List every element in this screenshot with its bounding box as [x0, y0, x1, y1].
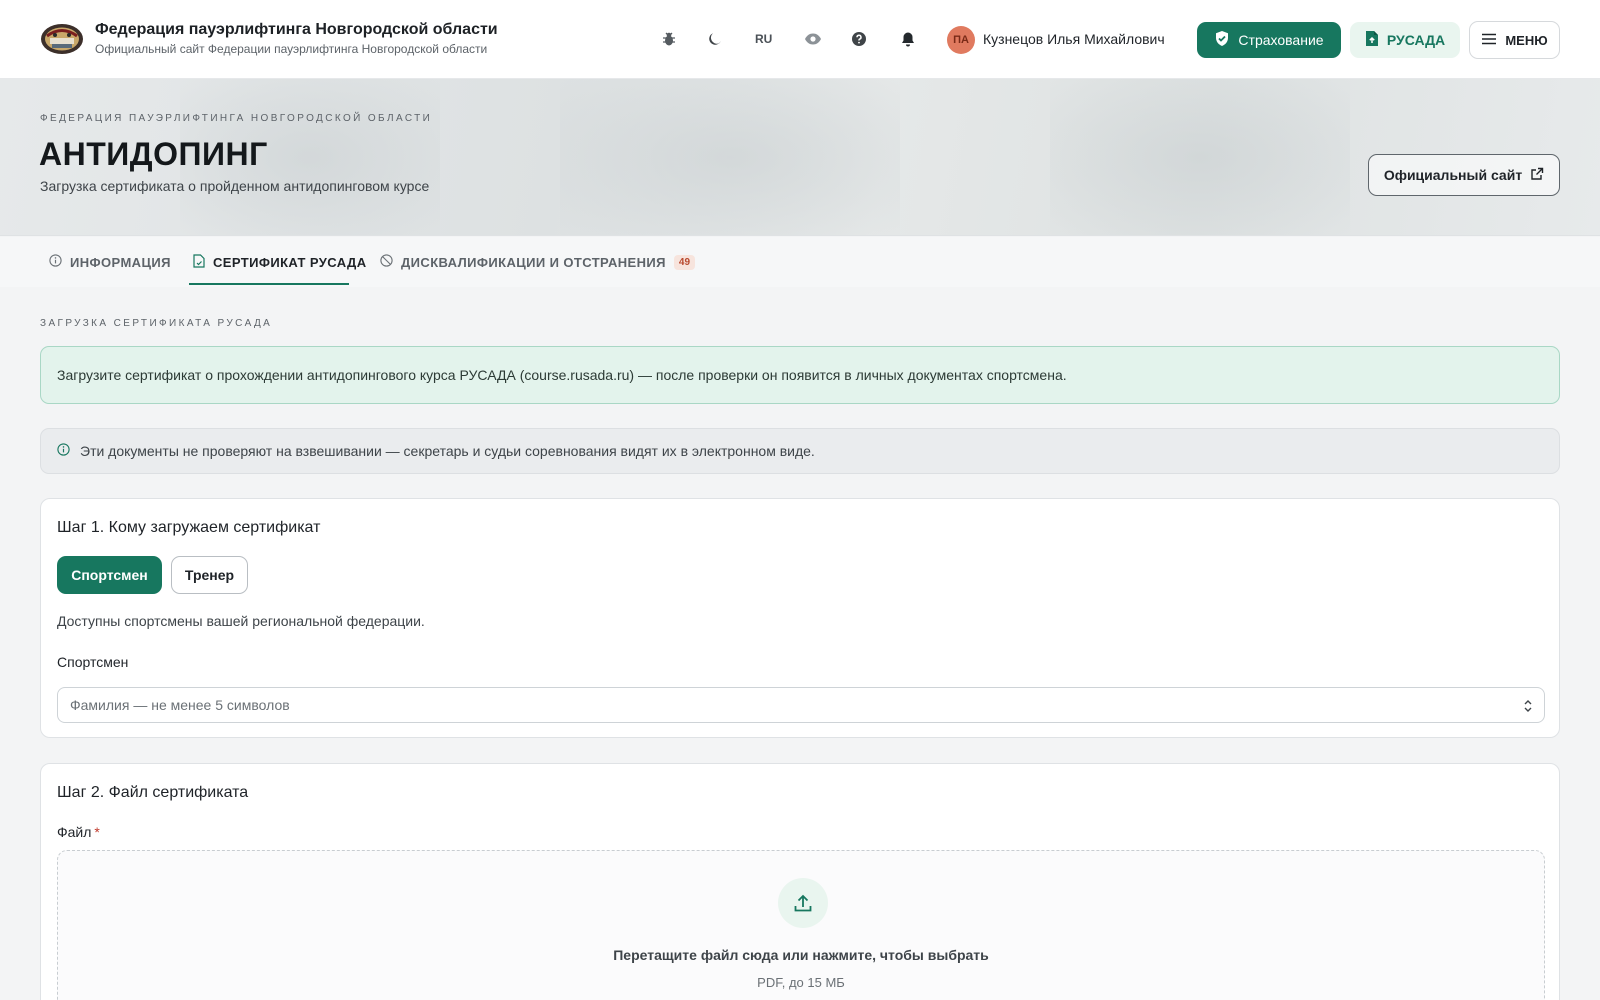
- dropzone-title: Перетащите файл сюда или нажмите, чтобы …: [613, 947, 989, 963]
- dropzone-hint: PDF, до 15 МБ: [757, 975, 845, 990]
- tab-information-label: ИНФОРМАЦИЯ: [70, 254, 171, 270]
- bell-icon[interactable]: [897, 28, 919, 50]
- hamburger-icon: [1481, 33, 1497, 48]
- tab-disqualifications[interactable]: ДИСКВАЛИФИКАЦИИ И ОТСТРАНЕНИЯ 49: [380, 252, 696, 272]
- federation-logo[interactable]: [40, 22, 84, 56]
- info-icon: [57, 443, 70, 459]
- user-name[interactable]: Кузнецов Илья Михайлович: [983, 31, 1165, 47]
- required-mark: *: [94, 824, 100, 840]
- step1-hint: Доступны спортсмены вашей региональной ф…: [57, 613, 425, 629]
- top-header: Федерация пауэрлифтинга Новгородской обл…: [0, 0, 1600, 79]
- upload-notice-text: Загрузите сертификат о прохождении антид…: [57, 367, 1067, 383]
- hero-background: [560, 79, 900, 235]
- count-badge: 49: [673, 254, 696, 270]
- insurance-label: Страхование: [1238, 32, 1324, 48]
- page-title: АНТИДОПИНГ: [39, 136, 268, 172]
- page-subtitle: Загрузка сертификата о пройденном антидо…: [40, 178, 430, 194]
- step1-card: Шаг 1. Кому загружаем сертификат Спортсм…: [40, 498, 1560, 738]
- tab-rusada-certificate-label: СЕРТИФИКАТ РУСАДА: [213, 254, 367, 270]
- rusada-button[interactable]: РУСАДА: [1350, 22, 1460, 58]
- file-upload-icon: [1365, 30, 1379, 50]
- ban-icon: [380, 254, 393, 270]
- official-site-label: Официальный сайт: [1383, 167, 1523, 183]
- file-label-text: Файл: [57, 824, 92, 840]
- info-notice: Эти документы не проверяют на взвешивани…: [40, 428, 1560, 474]
- step2-card: Шаг 2. Файл сертификата Файл * Перетащите…: [40, 763, 1560, 1000]
- org-subtitle: Официальный сайт Федерации пауэрлифтинга…: [95, 42, 488, 56]
- menu-label: МЕНЮ: [1505, 32, 1548, 48]
- eye-icon[interactable]: [802, 28, 824, 50]
- upload-icon: [778, 878, 828, 928]
- tab-bar: ИНФОРМАЦИЯ СЕРТИФИКАТ РУСАДА ДИСКВАЛИФИК…: [0, 237, 1600, 287]
- moon-icon[interactable]: [704, 28, 726, 50]
- file-dropzone[interactable]: Перетащите файл сюда или нажмите, чтобы …: [57, 850, 1545, 1000]
- athlete-select[interactable]: Фамилия — не менее 5 символов: [57, 687, 1545, 723]
- org-title[interactable]: Федерация пауэрлифтинга Новгородской обл…: [95, 21, 498, 39]
- athlete-field-label: Спортсмен: [57, 654, 129, 670]
- upload-notice: Загрузите сертификат о прохождении антид…: [40, 346, 1560, 404]
- menu-button[interactable]: МЕНЮ: [1469, 21, 1560, 59]
- help-icon[interactable]: [848, 28, 870, 50]
- info-icon: [49, 254, 62, 270]
- file-field-label: Файл *: [57, 824, 100, 840]
- shield-check-icon: [1214, 30, 1230, 50]
- chevron-up-down-icon: [1522, 697, 1534, 715]
- external-link-icon: [1530, 167, 1544, 184]
- coach-option-button[interactable]: Тренер: [171, 556, 248, 594]
- tab-information[interactable]: ИНФОРМАЦИЯ: [49, 252, 171, 272]
- hero-kicker: ФЕДЕРАЦИЯ ПАУЭРЛИФТИНГА НОВГОРОДСКОЙ ОБЛ…: [40, 113, 433, 124]
- bug-icon[interactable]: [658, 28, 680, 50]
- step2-title: Шаг 2. Файл сертификата: [57, 784, 249, 801]
- insurance-button[interactable]: Страхование: [1197, 22, 1341, 58]
- athlete-option-button[interactable]: Спортсмен: [57, 556, 162, 594]
- active-tab-indicator: [189, 283, 349, 285]
- official-site-button[interactable]: Официальный сайт: [1368, 154, 1560, 196]
- avatar[interactable]: ПА: [947, 26, 975, 54]
- info-notice-text: Эти документы не проверяют на взвешивани…: [80, 443, 815, 459]
- step1-title: Шаг 1. Кому загружаем сертификат: [57, 519, 321, 536]
- rusada-label: РУСАДА: [1386, 32, 1446, 48]
- section-label: ЗАГРУЗКА СЕРТИФИКАТА РУСАДА: [40, 318, 273, 329]
- tab-disqualifications-label: ДИСКВАЛИФИКАЦИИ И ОТСТРАНЕНИЯ: [401, 254, 666, 270]
- athlete-select-placeholder: Фамилия — не менее 5 символов: [70, 697, 290, 713]
- tab-rusada-certificate[interactable]: СЕРТИФИКАТ РУСАДА: [193, 252, 366, 272]
- document-icon: [193, 253, 205, 271]
- language-switch[interactable]: RU: [755, 32, 772, 46]
- hero-background: [1050, 79, 1350, 235]
